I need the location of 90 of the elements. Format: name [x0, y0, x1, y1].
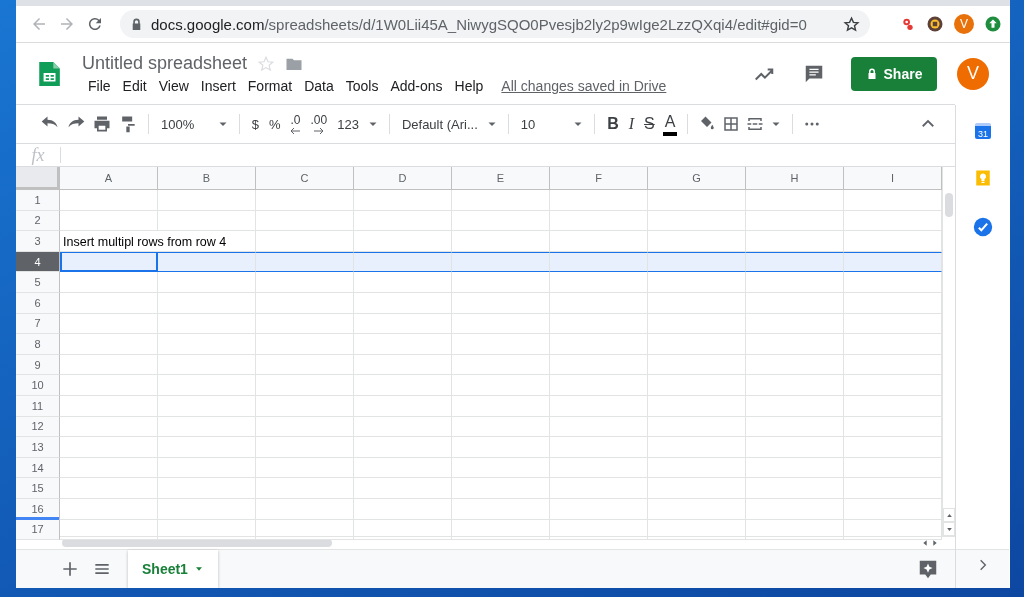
row-header[interactable]: 5: [16, 272, 60, 293]
menu-item[interactable]: Insert: [194, 78, 242, 94]
table-cell[interactable]: [746, 251, 844, 273]
menu-item[interactable]: Format: [241, 78, 299, 94]
column-header[interactable]: C: [256, 167, 354, 190]
row-header[interactable]: 8: [16, 334, 60, 355]
menu-item[interactable]: Tools: [339, 78, 385, 94]
column-header[interactable]: F: [550, 167, 648, 190]
row-header[interactable]: 1: [16, 190, 60, 211]
column-header[interactable]: D: [354, 167, 452, 190]
strikethrough-button[interactable]: S: [642, 113, 657, 135]
row-drag-indicator: [16, 516, 59, 521]
column-header[interactable]: A: [60, 167, 158, 190]
menu-item[interactable]: Help: [448, 78, 490, 94]
percent-button[interactable]: %: [266, 114, 283, 134]
table-cell[interactable]: [844, 251, 942, 273]
reload-icon[interactable]: [86, 15, 104, 33]
more-formats-button[interactable]: 123: [335, 114, 361, 134]
document-title[interactable]: Untitled spreadsheet: [82, 53, 248, 74]
forward-icon[interactable]: [58, 15, 76, 33]
scroll-down-icon[interactable]: [945, 525, 953, 533]
column-header[interactable]: G: [648, 167, 746, 190]
row-header[interactable]: 12: [16, 416, 60, 438]
lock-icon: [130, 17, 143, 31]
borders-icon[interactable]: [722, 115, 741, 133]
star-icon[interactable]: [257, 54, 276, 73]
sheet-tab[interactable]: Sheet1: [128, 550, 218, 588]
row-header[interactable]: 4: [16, 251, 60, 273]
row-header[interactable]: 2: [16, 210, 60, 232]
scrollbar-thumb[interactable]: [62, 539, 332, 547]
column-header[interactable]: E: [452, 167, 550, 190]
row-header[interactable]: 9: [16, 354, 60, 376]
text-color-button[interactable]: A: [662, 112, 678, 136]
row-header[interactable]: 11: [16, 395, 60, 417]
menu-item[interactable]: View: [152, 78, 195, 94]
table-cell[interactable]: Insert multipl rows from row 4: [60, 231, 256, 252]
arrow-icon: [290, 128, 301, 134]
url-text: docs.google.com/spreadsheets/d/1W0Lii45A_NiwygSQO0Pvesjb2ly2p9wIge2LzzQXqi4/edit#gid=0: [151, 15, 808, 33]
address-bar[interactable]: docs.google.com/spreadsheets/d/1W0Lii45A_NiwygSQO0Pvesjb2ly2p9wIge2LzzQXqi4/edit#gid=0: [120, 10, 870, 38]
table-cell[interactable]: [550, 251, 648, 273]
formula-label: fx: [16, 147, 61, 163]
font-size-dropdown[interactable]: 10: [518, 114, 567, 134]
extension-icon[interactable]: [926, 15, 944, 33]
menu-item[interactable]: Edit: [116, 78, 153, 94]
arrow-icon: [313, 128, 324, 134]
row-header[interactable]: 16: [16, 498, 60, 520]
row-header[interactable]: 7: [16, 313, 60, 335]
scroll-right-icon[interactable]: [931, 539, 939, 547]
italic-button[interactable]: I: [626, 113, 637, 135]
row-header[interactable]: 6: [16, 292, 60, 314]
menu-item[interactable]: Add-ons: [384, 78, 449, 94]
decrease-decimal-button[interactable]: .0: [288, 112, 303, 136]
extension-icon[interactable]: [900, 16, 916, 32]
row-header[interactable]: 10: [16, 375, 60, 396]
print-icon[interactable]: [92, 114, 112, 134]
row-header[interactable]: 13: [16, 437, 60, 458]
scrollbar-thumb[interactable]: [945, 193, 953, 217]
table-cell[interactable]: [256, 251, 354, 273]
table-cell[interactable]: [648, 251, 746, 273]
merge-cells-icon[interactable]: [746, 115, 765, 133]
update-icon[interactable]: [984, 15, 1002, 33]
scroll-up-icon[interactable]: [945, 511, 953, 519]
column-header[interactable]: B: [158, 167, 256, 190]
explore-icon[interactable]: [917, 558, 939, 580]
currency-button[interactable]: $: [249, 114, 261, 134]
column-header[interactable]: H: [746, 167, 844, 190]
star-icon[interactable]: [843, 15, 860, 33]
table-cell[interactable]: [158, 251, 256, 273]
select-all-corner[interactable]: [16, 167, 60, 190]
keep-icon[interactable]: [974, 169, 992, 187]
row-header[interactable]: 17: [16, 519, 60, 541]
row-header[interactable]: 15: [16, 478, 60, 499]
calendar-icon[interactable]: 31: [975, 123, 991, 139]
row-header[interactable]: 3: [16, 231, 60, 252]
save-status-link[interactable]: All changes saved in Drive: [501, 78, 667, 94]
row-header[interactable]: 14: [16, 457, 60, 479]
column-header[interactable]: I: [844, 167, 942, 190]
add-sheet-icon[interactable]: [60, 559, 80, 579]
increase-decimal-button[interactable]: .00: [308, 112, 330, 136]
table-cell[interactable]: [452, 251, 550, 273]
scroll-left-icon[interactable]: [921, 539, 929, 547]
share-button[interactable]: Share: [851, 56, 937, 91]
active-cell[interactable]: [60, 251, 158, 273]
tasks-icon[interactable]: [973, 217, 993, 237]
table-cell[interactable]: [354, 251, 452, 273]
menu-item[interactable]: Data: [298, 78, 340, 94]
font-dropdown[interactable]: Default (Ari...: [399, 114, 480, 134]
zoom-dropdown[interactable]: 100%: [159, 114, 211, 134]
bold-button[interactable]: B: [605, 113, 621, 135]
menu-item[interactable]: File: [82, 78, 117, 94]
